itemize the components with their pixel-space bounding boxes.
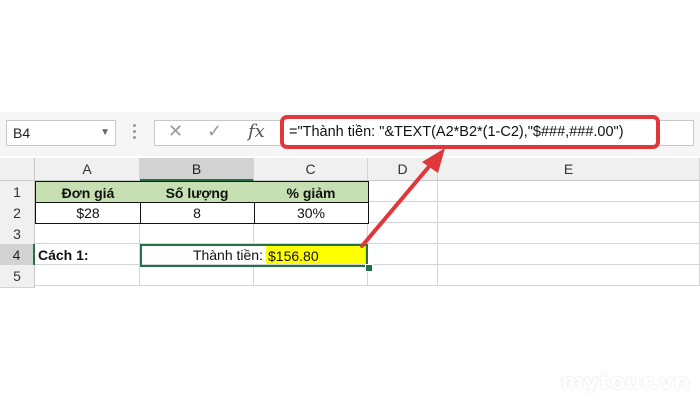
- arrow-shaft: [360, 161, 434, 248]
- watermark-logo: mytour.vn: [560, 370, 690, 395]
- annotation-arrow: [360, 148, 445, 248]
